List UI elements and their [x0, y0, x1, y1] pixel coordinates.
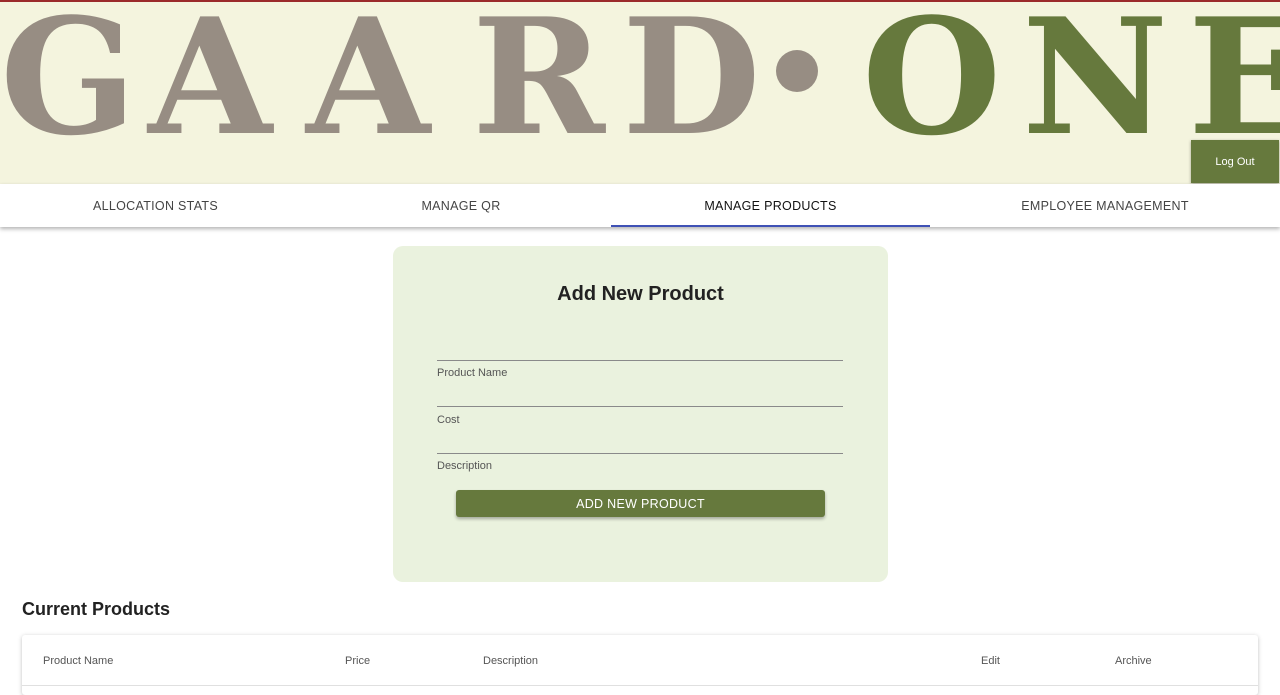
- tab-manage-products[interactable]: MANAGE PRODUCTS: [611, 184, 930, 227]
- logout-button[interactable]: Log Out: [1191, 140, 1279, 183]
- column-header-price[interactable]: Price: [345, 655, 370, 667]
- tab-employee-management[interactable]: EMPLOYEE MANAGEMENT: [930, 184, 1280, 227]
- main-tabs: ALLOCATION STATS MANAGE QR MANAGE PRODUC…: [0, 184, 1280, 227]
- table-header-divider: [22, 685, 1258, 686]
- add-product-card: Add New Product Product Name Cost Descri…: [393, 246, 888, 582]
- product-name-label: Product Name: [437, 367, 508, 379]
- product-name-field[interactable]: [437, 336, 843, 360]
- description-field[interactable]: [437, 429, 843, 453]
- add-new-product-button[interactable]: ADD NEW PRODUCT: [456, 490, 825, 517]
- column-header-product-name[interactable]: Product Name: [43, 655, 113, 667]
- column-header-archive: Archive: [1115, 655, 1152, 667]
- header-banner: G A A R D O N E: [0, 2, 1280, 184]
- column-header-edit: Edit: [981, 655, 1000, 667]
- logo-letter-d: D: [622, 2, 761, 171]
- column-header-description[interactable]: Description: [483, 655, 538, 667]
- current-products-title: Current Products: [22, 599, 171, 619]
- logo-letter-a: A: [148, 2, 273, 171]
- product-name-underline: [437, 360, 843, 361]
- logo-letter-o: O: [862, 2, 1002, 171]
- cost-underline: [437, 406, 843, 407]
- products-table: Product Name Price Description Edit Arch…: [22, 635, 1258, 695]
- description-underline: [437, 453, 843, 454]
- logo-dot-icon: [776, 50, 818, 92]
- logo-letter-n: N: [1022, 2, 1169, 171]
- tab-manage-qr[interactable]: MANAGE QR: [311, 184, 611, 227]
- cost-field[interactable]: [437, 382, 843, 406]
- logo-letter-e: E: [1188, 2, 1280, 171]
- logo-letter-r: R: [472, 2, 605, 171]
- add-product-title: Add New Product: [557, 283, 724, 305]
- logo-letter-a: A: [306, 2, 431, 171]
- tab-allocation-stats[interactable]: ALLOCATION STATS: [0, 184, 311, 227]
- cost-label: Cost: [437, 414, 460, 426]
- description-label: Description: [437, 460, 493, 472]
- logo-letter-g: G: [0, 2, 137, 171]
